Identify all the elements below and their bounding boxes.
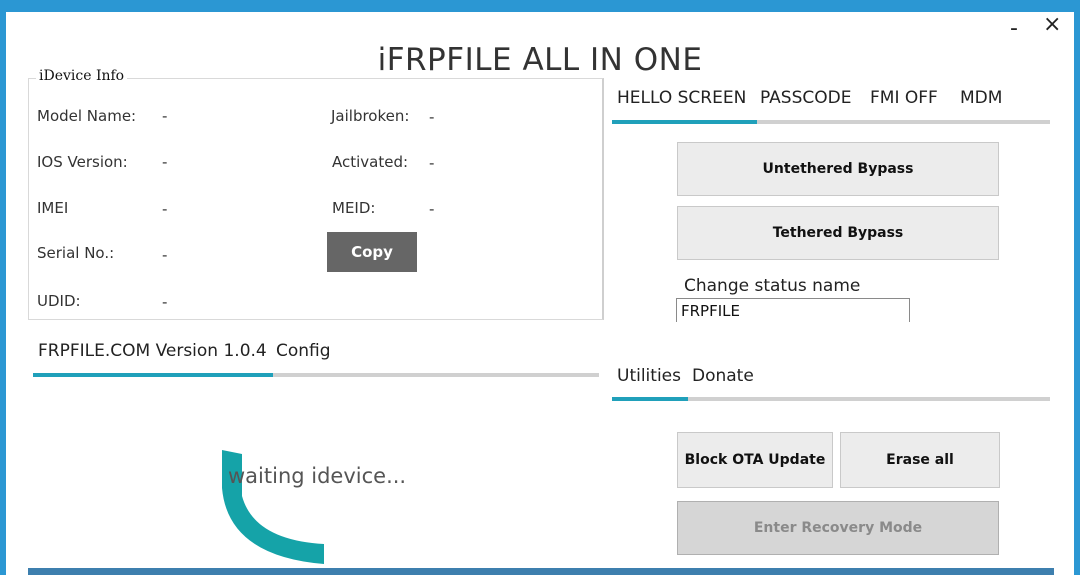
close-button[interactable]: ×: [1043, 12, 1061, 37]
bypass-tabs-indicator: [612, 120, 757, 124]
activated-label: Activated:: [332, 153, 409, 171]
ios-version-value: -: [162, 153, 168, 171]
app-title: iFRPFILE ALL IN ONE: [377, 42, 703, 72]
tab-fmi-off[interactable]: FMI OFF: [870, 88, 938, 108]
activated-value: -: [429, 154, 435, 172]
model-name-label: Model Name:: [37, 107, 137, 125]
meid-label: MEID:: [332, 199, 376, 217]
tab-version[interactable]: FRPFILE.COM Version 1.0.4: [38, 341, 267, 361]
tab-utilities[interactable]: Utilities: [617, 366, 681, 386]
untethered-bypass-button[interactable]: Untethered Bypass: [677, 142, 999, 196]
tab-passcode[interactable]: PASSCODE: [760, 88, 851, 108]
tab-donate[interactable]: Donate: [692, 366, 754, 386]
waiting-status-text: waiting idevice...: [228, 464, 407, 488]
udid-value: -: [162, 293, 168, 311]
block-ota-update-button[interactable]: Block OTA Update: [677, 432, 833, 488]
serial-label: Serial No.:: [37, 244, 115, 262]
jailbroken-label: Jailbroken:: [331, 107, 410, 125]
status-name-label: Change status name: [684, 276, 861, 296]
window-top-border: [0, 0, 1080, 12]
tethered-bypass-button[interactable]: Tethered Bypass: [677, 206, 999, 260]
serial-value: -: [162, 246, 168, 264]
ios-version-label: IOS Version:: [37, 153, 128, 171]
meid-value: -: [429, 200, 435, 218]
imei-label: IMEI: [37, 199, 69, 217]
tab-config[interactable]: Config: [276, 341, 331, 361]
utility-tabs-indicator: [612, 397, 688, 401]
tab-mdm[interactable]: MDM: [960, 88, 1002, 108]
version-tabs-indicator: [33, 373, 273, 377]
erase-all-button[interactable]: Erase all: [840, 432, 1000, 488]
window-bottom-bar: [28, 568, 1054, 575]
device-info-title: iDevice Info: [36, 68, 128, 84]
copy-button[interactable]: Copy: [327, 232, 417, 272]
model-name-value: -: [162, 107, 168, 125]
tab-hello-screen[interactable]: HELLO SCREEN: [617, 88, 746, 108]
status-name-input[interactable]: [676, 298, 910, 322]
udid-label: UDID:: [37, 292, 81, 310]
enter-recovery-mode-button[interactable]: Enter Recovery Mode: [677, 501, 999, 555]
jailbroken-value: -: [429, 108, 435, 126]
imei-value: -: [162, 200, 168, 218]
minimize-button[interactable]: -: [1010, 16, 1018, 41]
